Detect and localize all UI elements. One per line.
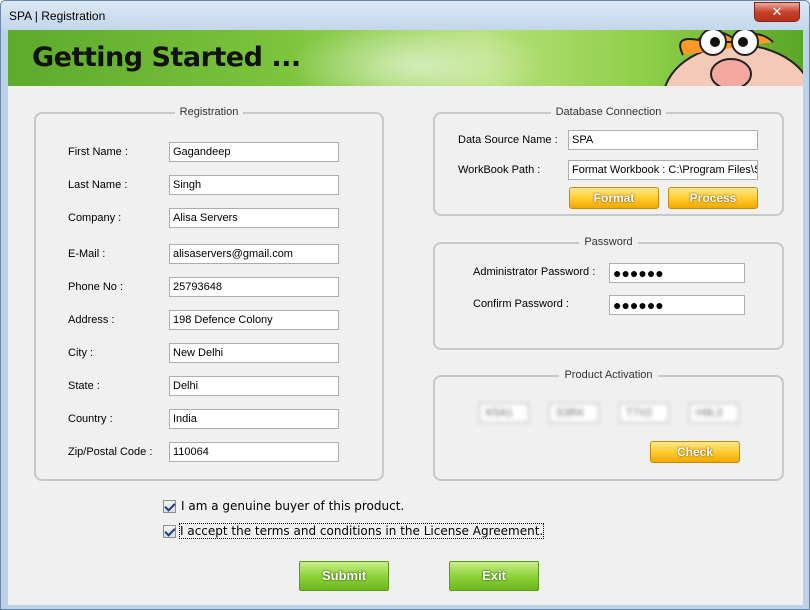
banner-highlight <box>288 30 548 86</box>
company-label: Company : <box>68 212 122 224</box>
country-field[interactable]: India <box>169 409 339 429</box>
state-field[interactable]: Delhi <box>169 376 339 396</box>
last-name-field[interactable]: Singh <box>169 175 339 195</box>
email-label: E-Mail : <box>68 248 106 260</box>
zip-label: Zip/Postal Code : <box>68 446 153 458</box>
datasource-field[interactable]: SPA <box>568 130 758 150</box>
activation-key-4[interactable]: H9L3 <box>689 403 739 423</box>
format-button[interactable]: Format <box>569 187 659 209</box>
header-banner: Getting Started ... <box>8 30 803 86</box>
genuine-buyer-label[interactable]: I am a genuine buyer of this product. <box>181 499 404 513</box>
activation-key-1[interactable]: K5A1 <box>479 403 529 423</box>
last-name-label: Last Name : <box>68 179 128 191</box>
zip-field[interactable]: 110064 <box>169 442 339 462</box>
accept-terms-label[interactable]: I accept the terms and conditions in the… <box>178 523 545 539</box>
registration-window: SPA | Registration ✕ Getting Started ...… <box>0 0 810 610</box>
accept-terms-checkbox[interactable] <box>163 525 176 538</box>
address-field[interactable]: 198 Defence Colony <box>169 310 339 330</box>
close-button[interactable]: ✕ <box>754 2 800 22</box>
client-area: Getting Started ... Registration First N… <box>8 30 803 605</box>
banner-title: Getting Started ... <box>32 42 301 73</box>
check-button[interactable]: Check <box>650 441 740 463</box>
database-group-title: Database Connection <box>550 106 667 118</box>
admin-password-field[interactable]: ●●●●●● <box>609 263 745 283</box>
first-name-label: First Name : <box>68 146 128 158</box>
workbook-path-field[interactable]: Format Workbook : C:\Program Files\SPA <box>568 160 758 180</box>
genuine-buyer-checkbox[interactable] <box>163 500 176 513</box>
password-group-title: Password <box>579 236 638 248</box>
first-name-field[interactable]: Gagandeep <box>169 142 339 162</box>
datasource-label: Data Source Name : <box>458 134 558 146</box>
product-activation-group: Product Activation K5A1 S3R4 T7V2 H9L3 C… <box>433 369 784 481</box>
company-field[interactable]: Alisa Servers <box>169 208 339 228</box>
submit-button[interactable]: Submit <box>299 561 389 591</box>
email-field[interactable]: alisaservers@gmail.com <box>169 244 339 264</box>
workbook-label: WorkBook Path : <box>458 164 541 176</box>
registration-group-title: Registration <box>174 106 244 118</box>
database-connection-group: Database Connection Data Source Name : S… <box>433 106 784 216</box>
window-title: SPA | Registration <box>9 9 106 23</box>
activation-key-3[interactable]: T7V2 <box>619 403 669 423</box>
city-label: City : <box>68 347 94 359</box>
admin-password-label: Administrator Password : <box>473 266 596 278</box>
exit-button[interactable]: Exit <box>449 561 539 591</box>
country-label: Country : <box>68 413 113 425</box>
state-label: State : <box>68 380 100 392</box>
password-group: Password Administrator Password : ●●●●●●… <box>433 236 784 350</box>
process-button[interactable]: Process <box>668 187 758 209</box>
close-icon: ✕ <box>771 4 783 20</box>
phone-label: Phone No : <box>68 281 124 293</box>
city-field[interactable]: New Delhi <box>169 343 339 363</box>
activation-key-2[interactable]: S3R4 <box>549 403 599 423</box>
confirm-password-field[interactable]: ●●●●●● <box>609 295 745 315</box>
confirm-password-label: Confirm Password : <box>473 298 569 310</box>
phone-field[interactable]: 25793648 <box>169 277 339 297</box>
address-label: Address : <box>68 314 115 326</box>
registration-group: Registration First Name : Gagandeep Last… <box>34 106 384 481</box>
mascot-face-icon <box>664 30 803 86</box>
title-bar[interactable]: SPA | Registration ✕ <box>1 1 809 30</box>
activation-group-title: Product Activation <box>559 369 658 381</box>
